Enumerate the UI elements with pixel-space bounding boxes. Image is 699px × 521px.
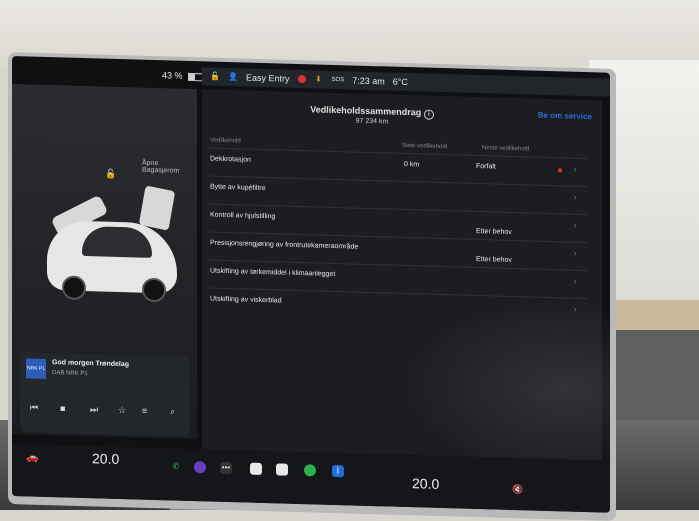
row-next-service: Forfalt (476, 162, 496, 171)
favorite-icon[interactable]: ☆ (118, 405, 126, 416)
lock-icon[interactable]: 🔓 (210, 72, 220, 82)
volume-mute-icon[interactable]: 🔇 (512, 484, 523, 495)
chevron-right-icon[interactable]: › (574, 277, 577, 286)
info-icon[interactable]: i (423, 109, 434, 120)
row-name: Bytte av kupéfiltre (210, 183, 266, 193)
open-trunk-button[interactable]: Åpne Bagasjerom (142, 160, 179, 175)
previous-icon[interactable]: ⏮ (30, 403, 38, 414)
dashcam-record-icon[interactable] (297, 74, 306, 84)
passenger-temperature[interactable]: 20.0 (412, 475, 439, 492)
media-station: DAB NRK P1 (52, 370, 88, 378)
media-player[interactable]: NRK P1 God morgen Trøndelag DAB NRK P1 ⏮… (20, 352, 190, 437)
car-visualization-panel: Åpne Bagasjerom 🔓 NRK P1 God morgen Trøn… (12, 84, 197, 440)
driver-profile[interactable]: Easy Entry (246, 73, 290, 84)
notes-icon[interactable] (276, 463, 288, 476)
calendar-icon[interactable] (250, 462, 262, 475)
media-title: God morgen Trøndelag (52, 359, 130, 369)
stop-icon[interactable]: ■ (60, 403, 65, 413)
chevron-right-icon[interactable]: › (574, 221, 577, 230)
row-name: Utskifting av viskerblad (210, 295, 282, 305)
camera-app-icon[interactable] (194, 461, 206, 474)
alert-dot-icon (558, 168, 562, 173)
search-icon[interactable]: ⌕ (170, 406, 175, 417)
next-icon[interactable]: ⏭ (90, 404, 98, 415)
driver-temperature[interactable]: 20.0 (92, 450, 119, 467)
row-next-service: Etter behov (476, 255, 512, 264)
row-next-service: Etter behov (476, 227, 512, 236)
touchscreen: 43 % 🔓 👤 Easy Entry ⬇ SOS 7:23 am 6°C Åp… (12, 56, 610, 513)
phone-icon[interactable]: ✆ (170, 460, 182, 472)
chevron-right-icon[interactable]: › (574, 193, 577, 202)
car-wheel-front (62, 275, 86, 301)
row-name: Presisjonsrengjøring av frontrutekamerao… (210, 239, 359, 251)
clock: 7:23 am (352, 75, 385, 87)
row-name: Utskifting av tørkemiddel i klimaanlegge… (210, 267, 336, 279)
car-trunk-lid[interactable] (138, 185, 176, 231)
row-name: Kontroll av hjulstilling (210, 211, 276, 221)
service-panel: Vedlikeholdssammendrag i 97 234 km Be om… (202, 89, 610, 485)
bluetooth-icon[interactable]: ᛒ (332, 464, 344, 478)
car-wheel-rear (142, 277, 166, 303)
door-lock-icon[interactable]: 🔓 (105, 169, 116, 179)
equalizer-icon[interactable]: ≡ (142, 406, 147, 416)
outside-temperature: 6°C (392, 76, 408, 88)
column-header-item: Vedlikehold (210, 137, 241, 145)
battery-percent: 43 % (162, 70, 183, 81)
column-header-next: Neste vedlikehold (482, 145, 530, 153)
row-last-service: 0 km (404, 160, 420, 169)
station-artwork: NRK P1 (26, 358, 46, 379)
schedule-service-link[interactable]: Be om service (538, 111, 592, 122)
page-title-text: Vedlikeholdssammendrag (310, 104, 422, 118)
profile-icon[interactable]: 👤 (228, 72, 238, 82)
sos-icon[interactable]: SOS (332, 77, 345, 83)
battery-indicator: 43 % (162, 70, 205, 81)
chevron-right-icon[interactable]: › (574, 249, 577, 258)
more-apps-icon[interactable]: ••• (220, 461, 232, 475)
download-icon[interactable]: ⬇ (314, 74, 324, 84)
chevron-right-icon[interactable]: › (574, 165, 577, 174)
column-header-last: Siste vedlikehold (402, 142, 448, 151)
car-icon[interactable]: 🚗 (26, 452, 38, 463)
row-name: Dekkrotasjon (210, 155, 251, 164)
spotify-icon[interactable] (304, 464, 316, 477)
